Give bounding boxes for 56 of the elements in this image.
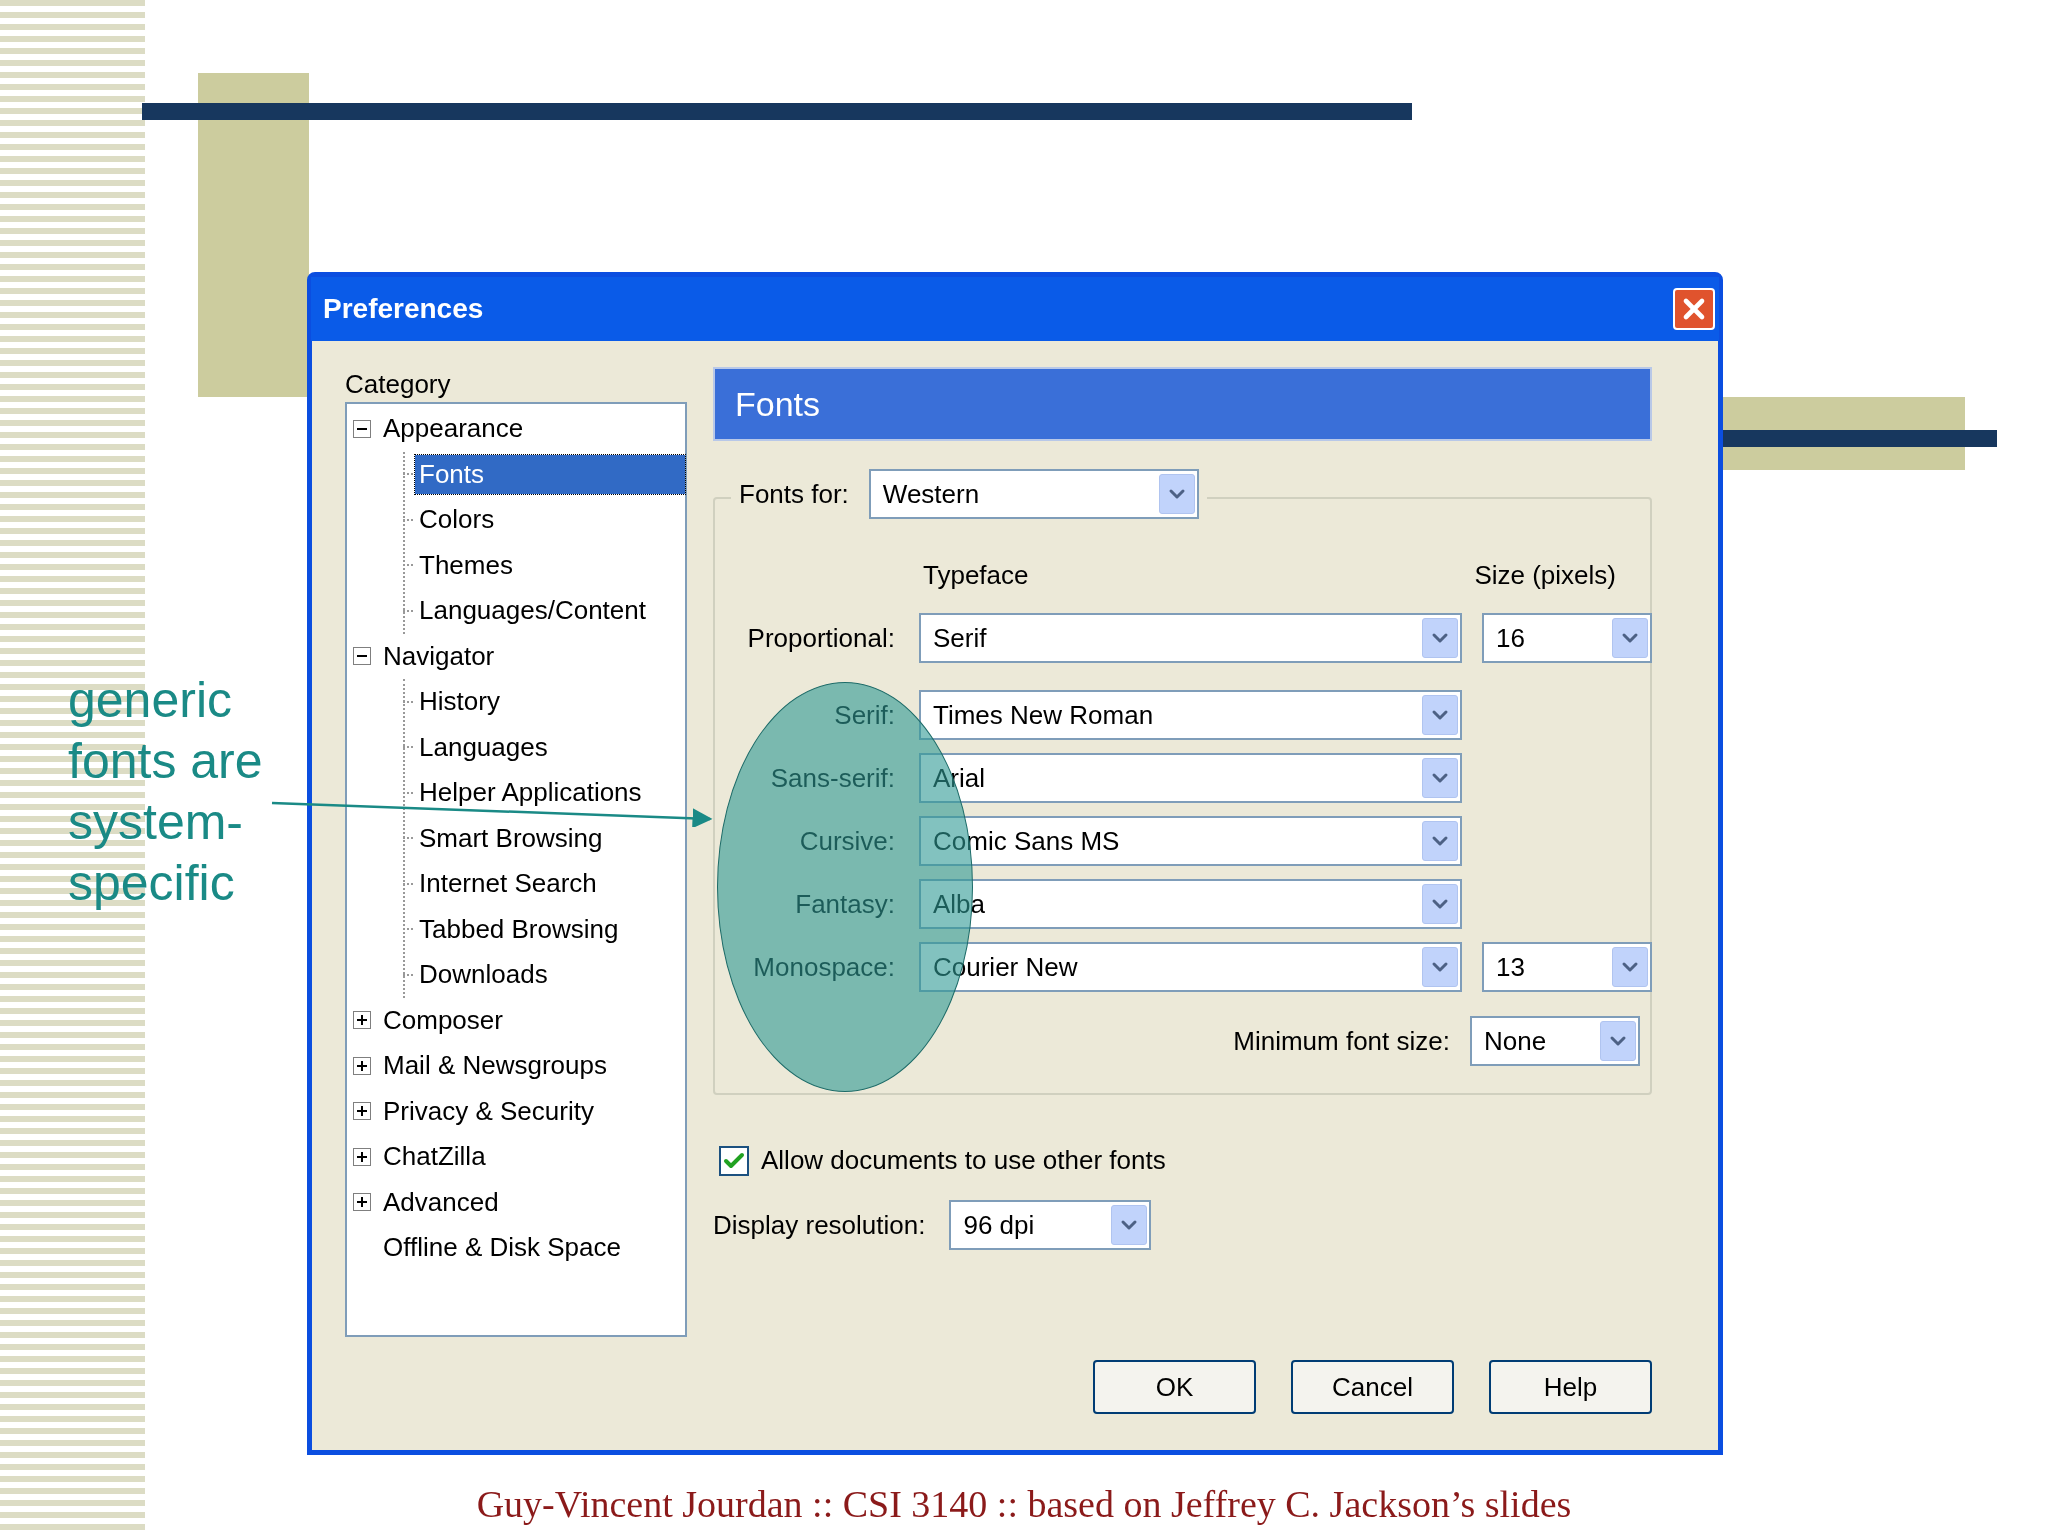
tree-item[interactable]: Advanced [379, 1182, 503, 1222]
font-label: Proportional: [746, 621, 895, 655]
tree-item[interactable]: Fonts [415, 454, 685, 494]
category-label: Category [345, 368, 452, 399]
dialog-button[interactable]: Help [1489, 1360, 1652, 1414]
minimum-size-dropdown[interactable]: None [1470, 1016, 1640, 1066]
display-resolution-label: Display resolution: [713, 1208, 926, 1242]
tree-item[interactable]: Colors [415, 500, 685, 540]
font-label: Sans-serif: [769, 761, 895, 795]
dialog-button[interactable]: OK [1093, 1360, 1256, 1414]
typeface-dropdown[interactable]: Times New Roman [919, 690, 1462, 740]
tree-item[interactable]: Themes [415, 545, 685, 585]
tree-item[interactable]: Downloads [415, 955, 685, 995]
expand-icon[interactable] [353, 1011, 371, 1030]
category-tree[interactable] [345, 402, 687, 1337]
font-label: Fantasy: [794, 887, 895, 921]
font-label: Cursive: [798, 824, 895, 858]
size-dropdown[interactable]: 13 [1482, 942, 1652, 992]
tree-item[interactable]: Languages/Content [415, 591, 685, 631]
tree-item[interactable]: History [415, 682, 685, 722]
expand-icon[interactable] [353, 1147, 371, 1166]
font-label: Monospace: [752, 950, 895, 984]
checkbox[interactable] [719, 1145, 749, 1176]
resolution-dropdown[interactable]: 96 dpi [949, 1200, 1152, 1250]
column-header: Size (pixels) [1474, 558, 1616, 592]
column-header: Typeface [923, 558, 1030, 592]
expand-icon[interactable] [353, 1056, 371, 1075]
window-title: Preferences [323, 292, 485, 326]
slide-footer: Guy-Vincent Jourdan :: CSI 3140 :: based on Jeffrey C. Jackson’s slides [0, 1476, 2048, 1533]
typeface-dropdown[interactable]: Serif [919, 613, 1462, 663]
fonts-for-dropdown[interactable]: Western [868, 469, 1199, 519]
tree-item[interactable]: Privacy & Security [379, 1091, 598, 1131]
tree-item[interactable]: Tabbed Browsing [415, 909, 685, 949]
tree-item[interactable]: Appearance [379, 409, 528, 449]
tree-item[interactable]: Smart Browsing [415, 818, 685, 858]
minimum-font-size-label: Minimum font size: [1233, 1024, 1450, 1058]
tree-item[interactable]: Navigator [379, 636, 499, 676]
fonts-for-label: Fonts for: [739, 477, 849, 511]
tree-item[interactable]: ChatZilla [379, 1137, 490, 1177]
font-label: Serif: [833, 698, 895, 732]
tree-item[interactable]: Offline & Disk Space [379, 1228, 625, 1268]
tree-item[interactable]: Helper Applications [415, 773, 685, 813]
collapse-icon[interactable] [353, 419, 371, 438]
tree-item[interactable]: Composer [379, 1000, 507, 1040]
collapse-icon[interactable] [353, 647, 371, 666]
panel-header: Fonts [713, 367, 1652, 441]
expand-icon[interactable] [353, 1102, 371, 1121]
dialog-button[interactable]: Cancel [1291, 1360, 1454, 1414]
tree-item[interactable]: Languages [415, 727, 685, 767]
checkbox-label: Allow documents to use other fonts [761, 1144, 1166, 1177]
size-dropdown[interactable]: 16 [1482, 613, 1652, 663]
tree-item[interactable]: Internet Search [415, 864, 685, 904]
close-button[interactable] [1673, 288, 1715, 330]
expand-icon[interactable] [353, 1193, 371, 1212]
side-note: generic fonts are system-specific [68, 671, 264, 913]
tree-item[interactable]: Mail & Newsgroups [379, 1046, 611, 1086]
